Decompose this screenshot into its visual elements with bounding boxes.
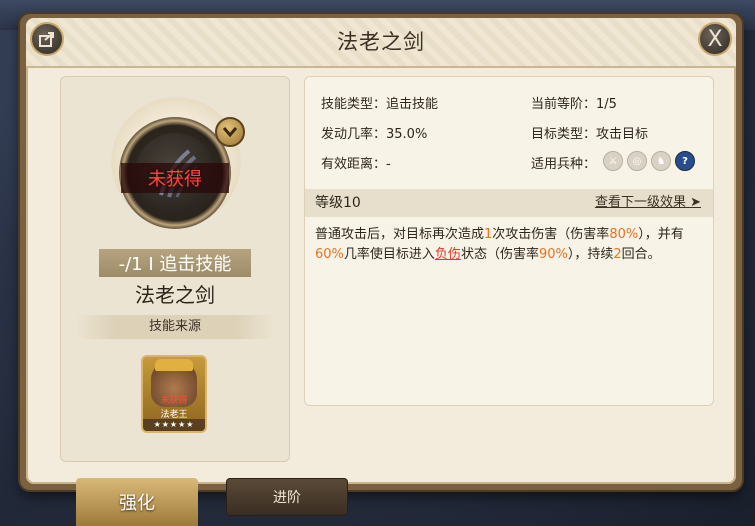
desc-value: 60% [315,247,344,262]
stat-current-tier: 当前等阶：1/5 [531,97,617,112]
close-button[interactable]: X [698,22,732,56]
target-icon[interactable]: ◎ [627,151,647,171]
skill-detail-card: 技能类型：追击技能 当前等阶：1/5 发动几率：35.0% 目标类型：攻击目标 … [304,76,714,406]
question-icon[interactable]: ? [675,151,695,171]
desc-text: ），持续 [567,247,614,262]
dialog-header: 法老之剑 X [26,18,736,68]
crown-icon [155,359,193,371]
tab-strengthen[interactable]: 强化 [76,478,198,526]
sword-icon[interactable]: ⚔ [603,151,623,171]
next-level-link-label: 查看下一级效果 [594,195,686,210]
skill-description: 普通攻击后，对目标再次造成1次攻击伤害（伤害率80%），并有60%几率使目标进入… [315,225,695,265]
stat-applicable-units: 适用兵种： [531,157,597,172]
desc-text: 次攻击伤害（伤害率 [492,227,610,242]
close-icon: X [707,26,723,52]
skill-type-badge: -/1 I 追击技能 [99,249,251,277]
skill-name: 法老之剑 [135,283,215,307]
hero-portrait-card[interactable]: 未获得 法老王 ★★★★★ [141,355,207,433]
stat-effective-range: 有效距离：- [321,157,391,172]
desc-value: 90% [538,247,568,262]
hero-status: 未获得 [160,396,188,406]
desc-text: 普通攻击后，对目标再次造成 [315,227,485,242]
level-bar: 等级10 查看下一级效果 ➤ [305,189,713,217]
skill-source-label: 技能来源 [75,315,275,339]
arrow-right-icon: ➤ [690,195,701,210]
desc-value: 80% [609,227,639,242]
unit-icon-list: ⚔ ◎ ♞ ? [603,151,695,171]
desc-text: ），并有 [638,227,684,242]
desc-text: 几率使目标进入 [343,247,435,262]
expand-button[interactable] [215,117,245,147]
share-button[interactable] [30,22,64,56]
hero-stars: ★★★★★ [143,419,205,431]
stat-target-type: 目标类型：攻击目标 [531,127,649,142]
tab-advance[interactable]: 进阶 [226,478,348,516]
desc-value: 2 [613,247,622,262]
dialog-title: 法老之剑 [337,30,425,54]
skill-status-badge: 未获得 [121,163,229,193]
share-icon [39,32,54,47]
skill-dialog: 法老之剑 X 未获得 -/1 I 追击技能 法老之剑 技能来源 未获得 法老王 … [26,18,736,484]
level-label: 等级10 [315,195,361,211]
skill-overview-card: 未获得 -/1 I 追击技能 法老之剑 技能来源 未获得 法老王 ★★★★★ [60,76,290,462]
desc-text: 状态（伤害率 [460,247,539,262]
next-level-link[interactable]: 查看下一级效果 ➤ [595,189,701,217]
chevron-down-icon [223,127,237,137]
stat-skill-type: 技能类型：追击技能 [321,97,439,112]
status-link[interactable]: 负伤 [435,247,461,262]
horse-icon[interactable]: ♞ [651,151,671,171]
skill-icon: 未获得 [121,133,229,213]
stat-trigger-rate: 发动几率：35.0% [321,127,428,142]
desc-text: 回合。 [621,247,661,262]
